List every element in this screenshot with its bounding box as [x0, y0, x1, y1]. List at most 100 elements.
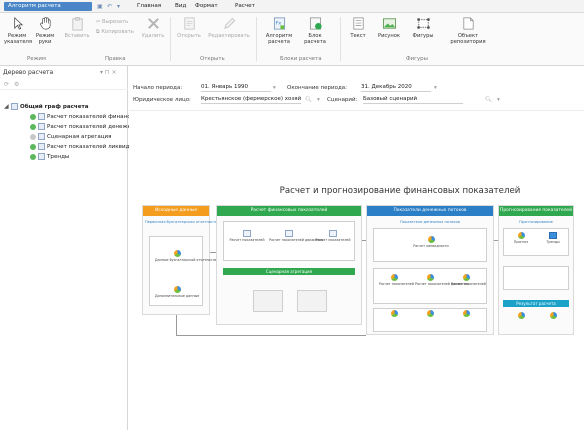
connector: [494, 240, 498, 241]
calc-block-icon: [309, 17, 322, 30]
tree-item-label: Расчет показателей денежн: [47, 123, 132, 130]
hand-mode-button[interactable]: Режим руки: [32, 16, 58, 45]
scenario-search-icon[interactable]: 🔍︎: [485, 97, 492, 103]
folder-icon: [549, 232, 557, 239]
text-icon: [352, 17, 364, 30]
algorithm-button[interactable]: Fx Алгоритм расчета: [262, 16, 296, 45]
node-cash-6[interactable]: [451, 310, 481, 318]
title-bar: Алгоритм расчета ▣ ↶ ▾ Главная Вид Форма…: [0, 0, 584, 13]
tree-item-root[interactable]: ◢ Общий граф расчета: [4, 102, 89, 111]
quick-access-menu-icon[interactable]: ▾: [117, 2, 120, 11]
undo-icon[interactable]: ↶: [107, 2, 112, 11]
node-label: Расчет ликвидности: [413, 244, 449, 248]
node-result-2[interactable]: [539, 312, 567, 320]
shapes-button[interactable]: Фигуры: [408, 16, 438, 39]
edit-button[interactable]: Редактировать: [206, 16, 252, 39]
text-label: Текст: [350, 33, 366, 39]
legal-entity-field[interactable]: Крестьянское (фермерское) хозяй: [201, 95, 301, 104]
tree-item-liquidity[interactable]: Расчет показателей ликвид: [30, 142, 129, 151]
app-title-tab[interactable]: Алгоритм расчета: [4, 2, 92, 11]
calc-block-button[interactable]: Блок расчета: [300, 16, 330, 45]
image-button[interactable]: Рисунок: [374, 16, 404, 39]
refresh-icon[interactable]: ⟳: [4, 81, 9, 88]
node-trends[interactable]: Тренды: [539, 232, 567, 244]
calc-node-icon: [390, 274, 398, 281]
group-separator: [170, 17, 171, 61]
calc-node-icon: [173, 286, 181, 293]
scenario-box-1[interactable]: [253, 290, 283, 312]
column-forecast[interactable]: Прогнозирование показателей Прогнозирова…: [498, 205, 574, 335]
pointer-mode-button[interactable]: Режим указателя: [4, 16, 32, 45]
tree-item-cash[interactable]: Расчет показателей денежн: [30, 122, 131, 131]
column-source-data[interactable]: Исходные данные Первичная бухгалтерская …: [142, 205, 217, 315]
node-cash-5[interactable]: [415, 310, 445, 318]
node-forecast[interactable]: Прогноз: [507, 232, 535, 244]
copy-button[interactable]: ⧉ Копировать: [96, 29, 134, 36]
cut-button[interactable]: ✂ Вырезать: [96, 19, 128, 25]
node-stage-1[interactable]: Расчет показателей: [229, 230, 265, 242]
repository-object-button[interactable]: Объект репозитория: [446, 16, 490, 45]
panel-title: Дерево расчета: [3, 69, 54, 76]
status-idle-icon: [30, 133, 36, 140]
save-icon[interactable]: ▣: [97, 2, 103, 11]
node-cash-4[interactable]: [379, 310, 409, 318]
tree-item-trends[interactable]: Тренды: [30, 152, 69, 161]
calc-block-label: Блок расчета: [304, 33, 326, 45]
node-source-data[interactable]: Данные бухгалтерской отчетности: [155, 250, 216, 262]
node-cash-2[interactable]: Расчет показателей движения: [415, 274, 469, 286]
document-icon: [38, 133, 45, 140]
period-end-value: 31. Декабрь 2020: [361, 84, 412, 90]
node-additional[interactable]: Дополнительные данные: [155, 286, 199, 298]
node-cash-3[interactable]: Расчет показателей: [451, 274, 486, 286]
delete-button[interactable]: Удалить: [140, 16, 166, 39]
panel-controls[interactable]: ▾ ⊓ ×: [100, 69, 117, 76]
settings-icon[interactable]: ⚙: [14, 81, 19, 88]
tree-item-scenario[interactable]: Сценарная агрегация: [30, 132, 112, 141]
legal-entity-dropdown-icon[interactable]: ▾: [317, 97, 320, 103]
parameters-bar: Начало периода: 01. Январь 1990 ▾ Оконча…: [129, 66, 584, 108]
node-cash-1[interactable]: Расчет показателей: [379, 274, 414, 286]
calc-node-icon: [173, 250, 181, 257]
tree-item-financial[interactable]: Расчет показателей финансо: [30, 112, 134, 121]
paste-label: Вставить: [64, 33, 90, 39]
calc-node-icon: [390, 310, 398, 317]
document-icon: [243, 230, 251, 237]
open-button[interactable]: Открыть: [174, 16, 204, 39]
column-cash-flow[interactable]: Показатели денежных потоков Показатели д…: [366, 205, 494, 335]
node-liquidity[interactable]: Расчет ликвидности: [413, 236, 449, 248]
node-stage-2[interactable]: Расчет показателей движения: [269, 230, 323, 242]
ribbon: Режим указателя Режим руки Вставить ✂ Вы…: [0, 13, 584, 66]
legal-entity-search-icon[interactable]: 🔍︎: [305, 97, 312, 103]
calc-node-icon: [517, 232, 525, 239]
tab-home[interactable]: Главная: [137, 3, 161, 9]
tab-calculation[interactable]: Расчет: [235, 3, 255, 9]
scenario-field[interactable]: Базовый сценарий: [363, 95, 463, 104]
tab-view[interactable]: Вид: [175, 3, 186, 9]
delete-icon: [147, 18, 159, 29]
period-end-dropdown-icon[interactable]: ▾: [434, 85, 437, 91]
calc-node-icon: [426, 274, 434, 281]
status-ok-icon: [30, 113, 36, 120]
node-stage-3[interactable]: Расчет показателей: [313, 230, 353, 242]
period-start-field[interactable]: 01. Январь 1990: [201, 83, 271, 92]
result-head: Результат расчета: [503, 300, 569, 307]
tree-item-label: Расчет показателей ликвид: [47, 143, 130, 150]
collapse-icon[interactable]: ◢: [4, 103, 10, 110]
paste-button[interactable]: Вставить: [62, 16, 92, 39]
period-end-field[interactable]: 31. Декабрь 2020: [361, 83, 431, 92]
period-start-dropdown-icon[interactable]: ▾: [273, 85, 276, 91]
column-financial[interactable]: Расчет финансовых показателей Расчет пок…: [216, 205, 362, 325]
shapes-label: Фигуры: [412, 33, 434, 39]
document-icon: [285, 230, 293, 237]
node-label: Данные бухгалтерской отчетности: [155, 258, 217, 262]
column-head: Исходные данные: [143, 206, 209, 216]
node-result-1[interactable]: [507, 312, 535, 320]
scenario-box-2[interactable]: [297, 290, 327, 312]
diagram-title: Расчет и прогнозирование финансовых пока…: [279, 186, 521, 196]
image-icon: [382, 18, 396, 29]
calc-node-icon: [549, 312, 557, 319]
scenario-dropdown-icon[interactable]: ▾: [497, 97, 500, 103]
forecast-box-2: [503, 266, 569, 290]
text-button[interactable]: Текст: [346, 16, 370, 39]
tab-format[interactable]: Формат: [195, 3, 218, 9]
